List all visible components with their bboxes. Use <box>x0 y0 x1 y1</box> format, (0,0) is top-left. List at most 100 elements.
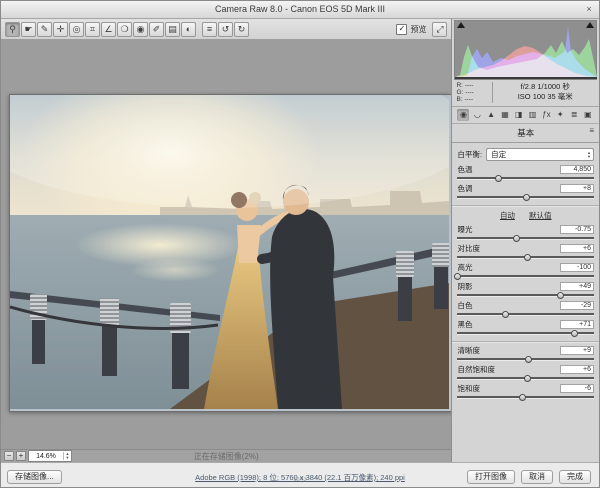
tab-presets[interactable]: ≣ <box>568 109 580 121</box>
zoom-out-button[interactable]: − <box>4 451 14 461</box>
highlights-track[interactable] <box>457 272 594 281</box>
temperature-slider: 色温4,850 <box>457 165 594 183</box>
tint-track[interactable] <box>457 193 594 202</box>
highlights-value-input[interactable]: -100 <box>560 263 594 272</box>
preferences-button-icon[interactable]: ≡ <box>202 22 217 37</box>
whites-value-input[interactable]: -29 <box>560 301 594 310</box>
default-link[interactable]: 默认值 <box>529 211 552 220</box>
open-image-button[interactable]: 打开图像 <box>467 470 515 484</box>
white-balance-select[interactable]: 自定 ▲▼ <box>486 148 594 161</box>
shadows-knob[interactable] <box>557 292 564 299</box>
fullscreen-toggle-icon[interactable]: ⤢ <box>432 22 447 37</box>
slider-rail <box>457 294 594 297</box>
tint-knob[interactable] <box>523 194 530 201</box>
rotate-left-button-icon[interactable]: ↺ <box>218 22 233 37</box>
select-stepper-icon: ▲▼ <box>587 151 591 159</box>
shadows-value-input[interactable]: +49 <box>560 282 594 291</box>
contrast-track[interactable] <box>457 253 594 262</box>
temperature-value-input[interactable]: 4,850 <box>560 165 594 174</box>
tab-tone-curve[interactable]: ◡ <box>471 109 483 121</box>
saturation-value-input[interactable]: -6 <box>560 384 594 393</box>
vibrance-value-input[interactable]: +6 <box>560 365 594 374</box>
saturation-knob[interactable] <box>519 394 526 401</box>
color-sampler-tool-icon[interactable]: ✛ <box>53 22 68 37</box>
auto-default-links: 自动 默认值 <box>457 210 594 221</box>
zoom-stepper-icon[interactable]: ▲▼ <box>63 452 71 460</box>
blacks-track[interactable] <box>457 329 594 338</box>
red-eye-tool-icon[interactable]: ◉ <box>133 22 148 37</box>
temperature-knob[interactable] <box>495 175 502 182</box>
zoom-level-select[interactable]: 14.6% ▲▼ <box>28 450 72 462</box>
white-balance-label: 白平衡: <box>457 149 482 160</box>
clarity-slider: 清晰度+9 <box>457 346 594 364</box>
tint-value-input[interactable]: +8 <box>560 184 594 193</box>
adjustment-brush-tool-icon[interactable]: ✐ <box>149 22 164 37</box>
exif-readout: R: ---- G: ---- B: ---- f/2.8 1/1000 秒 I… <box>452 80 599 107</box>
clarity-knob[interactable] <box>525 356 532 363</box>
clarity-track[interactable] <box>457 355 594 364</box>
straighten-tool-icon[interactable]: ∠ <box>101 22 116 37</box>
preview-toggle[interactable]: ✓ 预览 <box>396 24 426 35</box>
cancel-button[interactable]: 取消 <box>521 470 553 484</box>
tab-lens-corrections[interactable]: ▥ <box>527 109 539 121</box>
hand-tool-icon[interactable]: ☛ <box>21 22 36 37</box>
zoom-in-button[interactable]: + <box>16 451 26 461</box>
vibrance-slider: 自然饱和度+6 <box>457 365 594 383</box>
saturation-track[interactable] <box>457 393 594 402</box>
exposure-knob[interactable] <box>513 235 520 242</box>
highlights-slider: 高光-100 <box>457 263 594 281</box>
exposure-slider: 曝光-0.75 <box>457 225 594 243</box>
preview-checkbox[interactable]: ✓ <box>396 24 407 35</box>
auto-link[interactable]: 自动 <box>500 211 515 220</box>
blacks-value-input[interactable]: +71 <box>560 320 594 329</box>
temperature-track[interactable] <box>457 174 594 183</box>
close-icon[interactable]: × <box>583 3 595 15</box>
clarity-value-input[interactable]: +9 <box>560 346 594 355</box>
targeted-adjustment-tool-icon[interactable]: ◎ <box>69 22 84 37</box>
graduated-filter-tool-icon[interactable]: ▤ <box>165 22 180 37</box>
blacks-knob[interactable] <box>571 330 578 337</box>
slider-rail <box>457 237 594 240</box>
exposure-value-input[interactable]: -0.75 <box>560 225 594 234</box>
whites-track[interactable] <box>457 310 594 319</box>
title-bar: Camera Raw 8.0 - Canon EOS 5D Mark III × <box>1 1 599 19</box>
tab-basic[interactable]: ◉ <box>457 109 469 121</box>
histogram <box>454 20 597 80</box>
shadows-track[interactable] <box>457 291 594 300</box>
crop-tool-icon[interactable]: ⌗ <box>85 22 100 37</box>
tab-split-toning[interactable]: ◨ <box>513 109 525 121</box>
toolbar: ⚲☛✎✛◎⌗∠❍◉✐▤◐ ≡↺↻ ✓ 预览 ⤢ <box>1 19 451 40</box>
done-button[interactable]: 完成 <box>559 470 591 484</box>
tab-snapshots[interactable]: ▣ <box>582 109 594 121</box>
radial-filter-tool-icon[interactable]: ◐ <box>181 22 196 37</box>
tab-camera-calibration[interactable]: ✦ <box>554 109 566 121</box>
contrast-value-input[interactable]: +6 <box>560 244 594 253</box>
white-balance-value: 自定 <box>491 149 587 160</box>
tab-hsl-grayscale[interactable]: ▦ <box>499 109 511 121</box>
vibrance-track[interactable] <box>457 374 594 383</box>
divider <box>452 205 599 207</box>
preview-canvas[interactable] <box>1 40 451 449</box>
tab-effects[interactable]: ƒx <box>540 109 552 121</box>
panel-title-row: 基本 ≡ <box>452 124 599 143</box>
panel-tabs: ◉◡▲▦◨▥ƒx✦≣▣ <box>452 107 599 124</box>
photo-preview[interactable] <box>9 94 451 412</box>
exposure-track[interactable] <box>457 234 594 243</box>
panel-menu-icon[interactable]: ≡ <box>589 126 594 135</box>
highlights-knob[interactable] <box>454 273 461 280</box>
rotate-right-button-icon[interactable]: ↻ <box>234 22 249 37</box>
spot-removal-tool-icon[interactable]: ❍ <box>117 22 132 37</box>
workflow-options-link[interactable]: Adobe RGB (1998); 8 位; 5760 x 3840 (22.1… <box>195 473 405 482</box>
preview-label: 预览 <box>410 24 426 35</box>
tab-detail[interactable]: ▲ <box>485 109 497 121</box>
slider-rail <box>457 313 594 316</box>
contrast-slider: 对比度+6 <box>457 244 594 262</box>
vibrance-knob[interactable] <box>524 375 531 382</box>
whites-knob[interactable] <box>502 311 509 318</box>
footer-bar: 存储图像... Adobe RGB (1998); 8 位; 5760 x 38… <box>1 462 599 488</box>
contrast-knob[interactable] <box>524 254 531 261</box>
save-image-button[interactable]: 存储图像... <box>7 470 62 484</box>
zoom-tool-icon[interactable]: ⚲ <box>5 22 20 37</box>
white-balance-tool-icon[interactable]: ✎ <box>37 22 52 37</box>
adjustments-panel: R: ---- G: ---- B: ---- f/2.8 1/1000 秒 I… <box>451 19 599 462</box>
